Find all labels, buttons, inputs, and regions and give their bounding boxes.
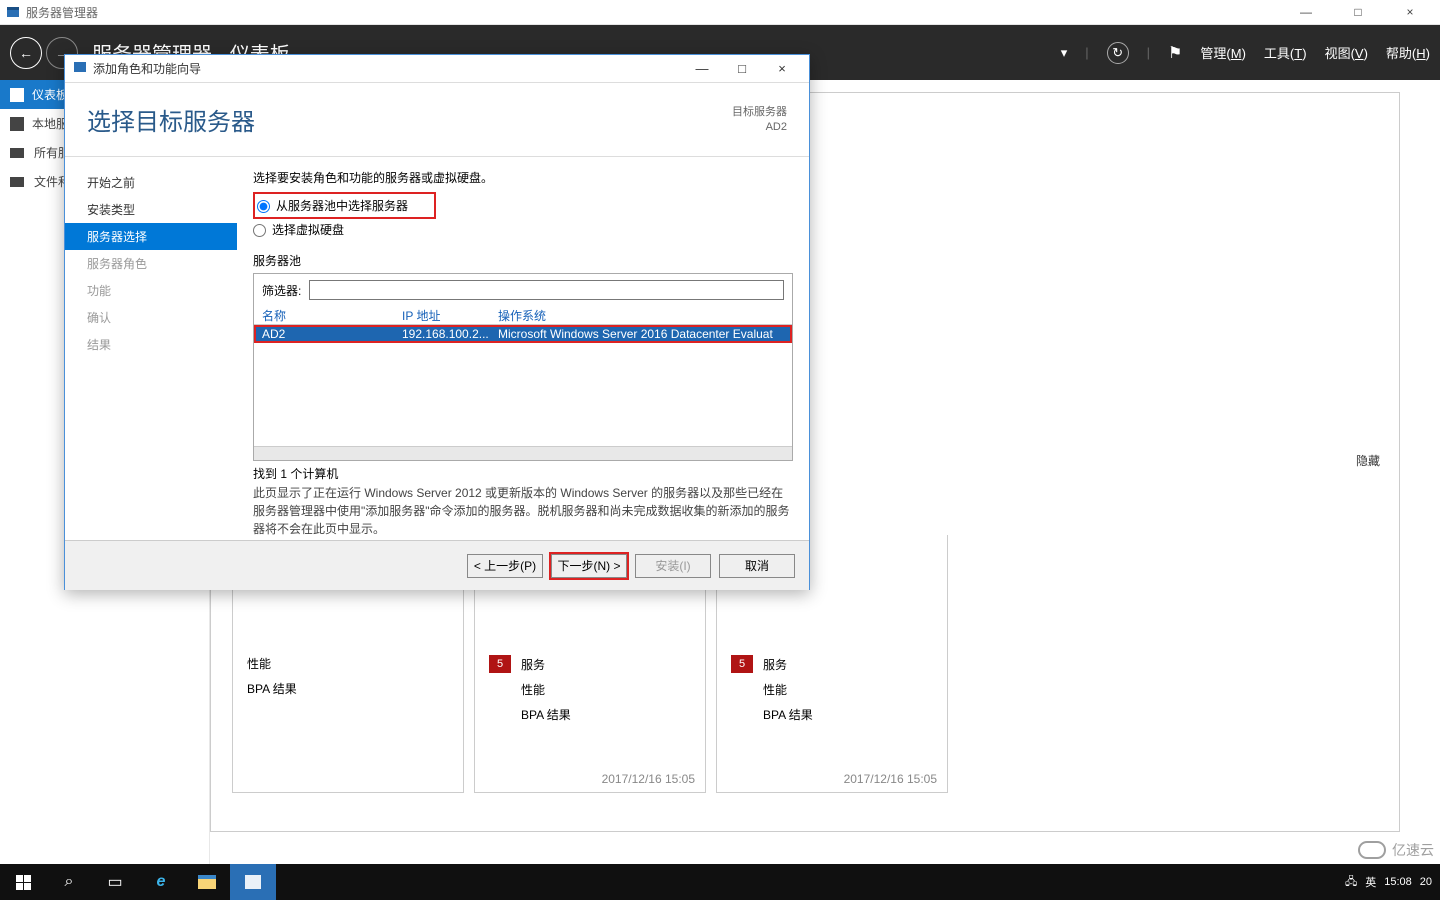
separator: | — [1085, 45, 1088, 60]
step-before[interactable]: 开始之前 — [65, 169, 237, 196]
tray-date[interactable]: 20 — [1420, 876, 1432, 888]
install-button: 安装(I) — [635, 554, 711, 578]
filter-label: 筛选器: — [262, 282, 301, 299]
col-name[interactable]: 名称 — [262, 307, 402, 324]
step-selection[interactable]: 服务器选择 — [65, 223, 237, 250]
horizontal-scrollbar[interactable] — [254, 446, 792, 460]
cancel-button[interactable]: 取消 — [719, 554, 795, 578]
step-roles: 服务器角色 — [65, 250, 237, 277]
menu-manage[interactable]: 管理(M) — [1200, 43, 1246, 62]
col-os[interactable]: 操作系统 — [498, 307, 784, 324]
dialog-close[interactable]: × — [771, 61, 793, 76]
card-row[interactable]: BPA 结果 — [475, 702, 705, 727]
card-timestamp: 2017/12/16 15:05 — [844, 772, 937, 786]
server-pool-box: 筛选器: 名称 IP 地址 操作系统 AD2 192.168.100.2... … — [253, 273, 793, 461]
card-row[interactable]: 性能 — [233, 651, 463, 676]
card-timestamp: 2017/12/16 15:05 — [602, 772, 695, 786]
nav-back-button[interactable]: ← — [10, 37, 42, 69]
app-title: 服务器管理器 — [26, 4, 98, 21]
refresh-icon[interactable]: ↻ — [1107, 42, 1129, 64]
taskbar: ⌕ ▭ e 🖧 英 15:08 20 — [0, 864, 1440, 900]
column-headers: 名称 IP 地址 操作系统 — [254, 306, 792, 324]
menu-view[interactable]: 视图(V) — [1325, 43, 1368, 62]
prev-button[interactable]: < 上一步(P) — [467, 554, 543, 578]
radio-server-pool[interactable]: 从服务器池中选择服务器 — [257, 195, 408, 216]
tray-network-icon[interactable]: 🖧 — [1345, 873, 1357, 892]
start-button[interactable] — [0, 864, 46, 900]
window-close[interactable]: × — [1396, 5, 1424, 19]
app-titlebar: 服务器管理器 — □ × — [0, 0, 1440, 25]
cloud-icon — [1358, 841, 1386, 859]
ie-icon[interactable]: e — [138, 864, 184, 900]
window-minimize[interactable]: — — [1292, 5, 1320, 19]
step-results: 结果 — [65, 331, 237, 358]
card-row[interactable]: BPA 结果 — [233, 676, 463, 701]
col-ip[interactable]: IP 地址 — [402, 307, 498, 324]
card-row[interactable]: 性能 — [717, 677, 947, 702]
instruction-text: 选择要安装角色和功能的服务器或虚拟硬盘。 — [253, 169, 793, 186]
card-row[interactable]: 5服务 — [717, 651, 947, 677]
dialog-icon — [73, 60, 87, 77]
notifications-flag-icon[interactable]: ⚑ — [1168, 43, 1182, 63]
dialog-footer: < 上一步(P) 下一步(N) > 安装(I) 取消 — [65, 540, 809, 590]
dialog-titlebar[interactable]: 添加角色和功能向导 — □ × — [65, 55, 809, 83]
watermark: 亿速云 — [1358, 840, 1434, 860]
wizard-dialog: 添加角色和功能向导 — □ × 选择目标服务器 目标服务器 AD2 开始之前 安… — [64, 54, 810, 590]
step-type[interactable]: 安装类型 — [65, 196, 237, 223]
card-row[interactable]: 性能 — [475, 677, 705, 702]
dropdown-indicator[interactable]: ▾ — [1061, 45, 1068, 61]
menu-help[interactable]: 帮助(H) — [1386, 43, 1430, 62]
menu-tools[interactable]: 工具(T) — [1264, 43, 1307, 62]
tray-ime[interactable]: 英 — [1365, 874, 1376, 890]
filter-input[interactable] — [309, 280, 784, 300]
separator: | — [1147, 45, 1150, 60]
dialog-minimize[interactable]: — — [691, 61, 713, 76]
next-button[interactable]: 下一步(N) > — [551, 554, 627, 578]
radio-vhd[interactable]: 选择虚拟硬盘 — [253, 219, 793, 240]
pool-label: 服务器池 — [253, 252, 793, 269]
search-button[interactable]: ⌕ — [46, 864, 92, 900]
app-icon — [6, 5, 20, 19]
taskview-button[interactable]: ▭ — [92, 864, 138, 900]
server-list[interactable]: AD2 192.168.100.2... Microsoft Windows S… — [254, 324, 792, 446]
dialog-heading: 选择目标服务器 — [87, 102, 255, 137]
description-text: 此页显示了正在运行 Windows Server 2012 或更新版本的 Win… — [253, 484, 793, 538]
card-row[interactable]: 5服务 — [475, 651, 705, 677]
tray-time[interactable]: 15:08 — [1384, 876, 1412, 888]
target-server-info: 目标服务器 AD2 — [732, 105, 787, 134]
card-row[interactable]: BPA 结果 — [717, 702, 947, 727]
dialog-maximize[interactable]: □ — [731, 61, 753, 76]
window-maximize[interactable]: □ — [1344, 5, 1372, 19]
servermanager-taskbar-icon[interactable] — [230, 864, 276, 900]
server-row[interactable]: AD2 192.168.100.2... Microsoft Windows S… — [254, 325, 792, 343]
dialog-title: 添加角色和功能向导 — [93, 60, 201, 77]
step-features: 功能 — [65, 277, 237, 304]
hide-link[interactable]: 隐藏 — [1356, 452, 1380, 469]
found-count: 找到 1 个计算机 — [253, 465, 793, 482]
explorer-icon[interactable] — [184, 864, 230, 900]
step-confirm: 确认 — [65, 304, 237, 331]
wizard-steps: 开始之前 安装类型 服务器选择 服务器角色 功能 确认 结果 — [65, 157, 237, 540]
